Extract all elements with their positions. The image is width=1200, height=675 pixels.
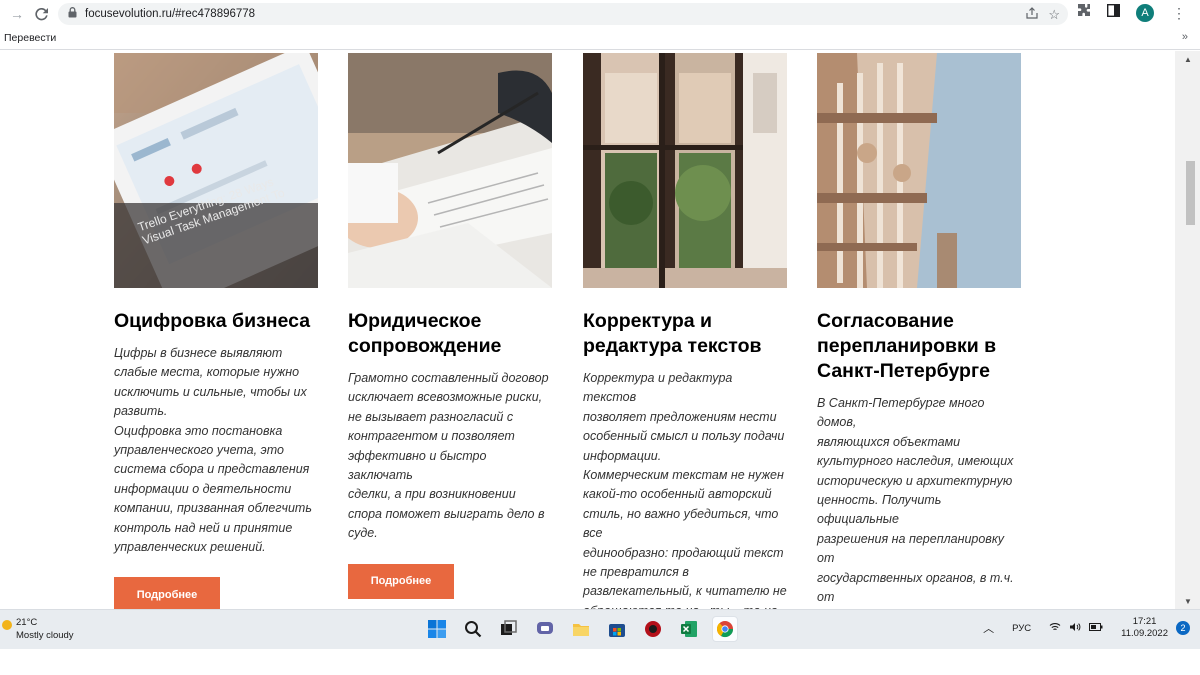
- weather-icon: [2, 620, 12, 630]
- card-title: Согласование перепланировки в Санкт-Пете…: [817, 310, 997, 382]
- language-indicator[interactable]: РУС: [1012, 623, 1031, 634]
- address-bar[interactable]: focusevolution.ru/#rec478896778 ☆: [58, 3, 1068, 25]
- card-title: Юридическое сопровождение: [348, 310, 502, 357]
- task-view-icon[interactable]: [496, 616, 522, 642]
- chrome-icon[interactable]: [712, 616, 738, 642]
- weather-widget[interactable]: 21°C Mostly cloudy: [2, 617, 74, 641]
- card-title: Оцифровка бизнеса: [114, 310, 311, 332]
- clock[interactable]: 17:21 11.09.2022: [1121, 616, 1168, 640]
- screen-margin: [0, 649, 1200, 675]
- browser-toolbar: → focusevolution.ru/#rec478896778 ☆ A ⋮: [0, 0, 1200, 28]
- excel-icon[interactable]: [676, 616, 702, 642]
- url-text: focusevolution.ru/#rec478896778: [85, 8, 256, 20]
- card-image-window: [583, 53, 787, 288]
- page-content: Trello Everything: 28 Ways Visual Task M…: [0, 51, 1175, 609]
- profile-avatar[interactable]: A: [1136, 3, 1154, 22]
- scroll-down-icon[interactable]: ▼: [1184, 597, 1192, 606]
- side-panel-icon[interactable]: [1106, 3, 1121, 22]
- more-bookmarks-icon[interactable]: »: [1182, 31, 1188, 43]
- extensions-icon[interactable]: [1077, 3, 1091, 22]
- bookmarks-bar: Перевести »: [0, 28, 1200, 50]
- service-card-legal: Юридическое сопровождение Грамотно соста…: [348, 53, 552, 599]
- page-scrollbar[interactable]: ▲ ▼: [1175, 51, 1200, 609]
- notification-badge[interactable]: 2: [1176, 621, 1190, 635]
- card-description: Грамотно составленный договор исключает …: [348, 371, 549, 541]
- card-description: Корректура и редактура текстов позволяет…: [583, 371, 787, 609]
- tray-overflow-icon[interactable]: ︿: [983, 620, 994, 636]
- more-button[interactable]: Подробнее: [348, 563, 454, 599]
- clock-date: 11.09.2022: [1121, 628, 1168, 639]
- clock-time: 17:21: [1132, 616, 1157, 627]
- scroll-up-icon[interactable]: ▲: [1184, 55, 1192, 64]
- lock-icon[interactable]: [68, 5, 77, 23]
- card-title: Корректура и редактура текстов: [583, 310, 762, 357]
- store-icon[interactable]: [604, 616, 630, 642]
- antivirus-icon[interactable]: [640, 616, 666, 642]
- search-icon[interactable]: [460, 616, 486, 642]
- card-image-signing: [348, 53, 552, 288]
- reload-icon[interactable]: [30, 3, 52, 25]
- forward-icon[interactable]: →: [6, 3, 28, 25]
- taskbar: 21°C Mostly cloudy ︿ РУС 17:21 11.09.202…: [0, 609, 1200, 649]
- card-image-tablet: Trello Everything: 28 Ways Visual Task M…: [114, 53, 318, 288]
- file-explorer-icon[interactable]: [568, 616, 594, 642]
- scrollbar-thumb[interactable]: [1186, 161, 1195, 225]
- service-card-proofreading: Корректура и редактура текстов Корректур…: [583, 53, 787, 609]
- service-card-digitization: Trello Everything: 28 Ways Visual Task M…: [114, 53, 318, 609]
- battery-icon[interactable]: [1089, 622, 1103, 634]
- star-icon[interactable]: ☆: [1048, 8, 1060, 21]
- share-icon[interactable]: [1026, 6, 1038, 24]
- weather-condition: Mostly cloudy: [16, 630, 74, 641]
- teams-chat-icon[interactable]: [532, 616, 558, 642]
- translate-bookmark[interactable]: Перевести: [4, 32, 56, 44]
- card-description: В Санкт-Петербурге много домов, являющих…: [817, 396, 1014, 605]
- start-icon[interactable]: [424, 616, 450, 642]
- card-image-building: [817, 53, 1021, 288]
- service-card-replanning: Согласование перепланировки в Санкт-Пете…: [817, 53, 1021, 609]
- temperature: 21°C: [16, 617, 38, 628]
- wifi-icon[interactable]: [1049, 622, 1061, 635]
- menu-icon[interactable]: ⋮: [1172, 6, 1186, 20]
- card-description: Цифры в бизнесе выявляют слабые места, к…: [114, 346, 312, 555]
- volume-icon[interactable]: [1069, 622, 1081, 635]
- more-button[interactable]: Подробнее: [114, 577, 220, 609]
